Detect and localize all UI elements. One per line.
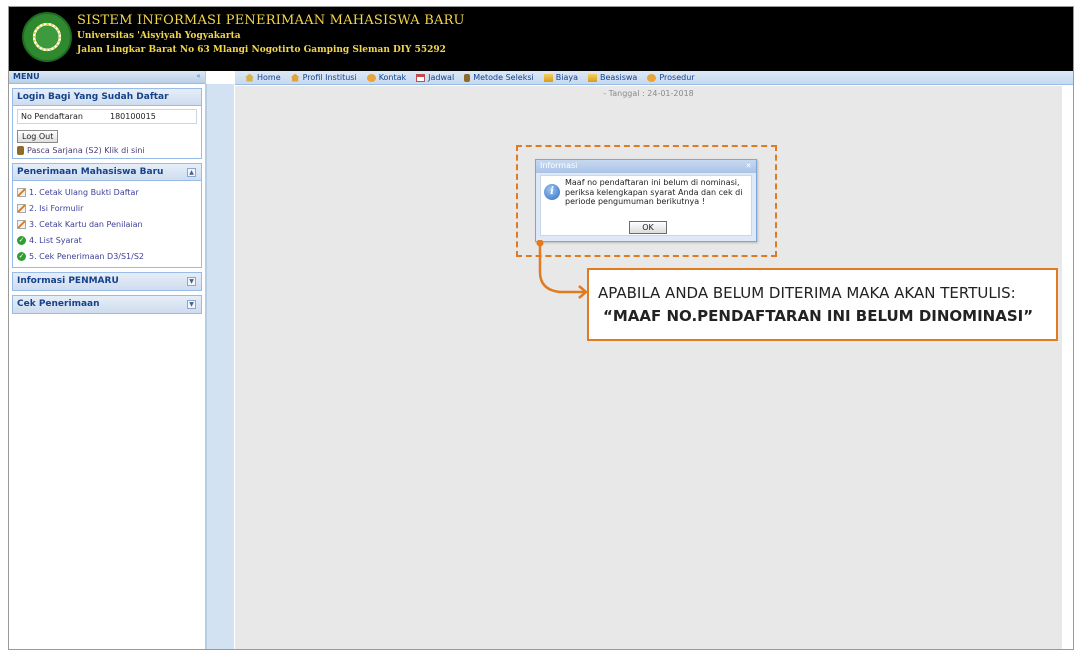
expand-icon[interactable]: ▼ — [187, 300, 196, 309]
nav-biaya[interactable]: Biaya — [543, 73, 579, 82]
date-line: - Tanggal : 24-01-2018 — [603, 89, 694, 98]
pmb-panel-body: 1. Cetak Ulang Bukti Daftar 2. Isi Formu… — [13, 181, 201, 267]
nav-beasiswa[interactable]: Beasiswa — [588, 73, 637, 82]
site-header: SISTEM INFORMASI PENERIMAAN MAHASISWA BA… — [9, 7, 1073, 71]
nav-kontak[interactable]: Kontak — [366, 73, 407, 82]
info-dialog: Informasi ✕ i Maaf no pendaftaran ini be… — [535, 159, 757, 242]
registration-number-label: No Pendaftaran — [21, 112, 83, 121]
menu-item-cek-penerimaan[interactable]: ✓ 5. Cek Penerimaan D3/S1/S2 — [17, 248, 197, 264]
pasca-sarjana-link-label: Pasca Sarjana (S2) Klik di sini — [27, 146, 145, 155]
sidebar-splitter[interactable] — [206, 84, 234, 649]
dialog-message: Maaf no pendaftaran ini belum di nominas… — [565, 178, 743, 206]
ok-button[interactable]: OK — [629, 221, 667, 234]
login-panel: Login Bagi Yang Sudah Daftar No Pendafta… — [12, 88, 202, 159]
dialog-titlebar[interactable]: Informasi ✕ — [536, 160, 756, 173]
edit-icon — [17, 219, 26, 229]
check-icon: ✓ — [17, 251, 26, 261]
login-panel-body: No Pendaftaran 180100015 Log Out Pasca S… — [13, 106, 201, 158]
menu-item-label: 3. Cetak Kartu dan Penilaian — [29, 219, 143, 229]
nav-profil-institusi[interactable]: Profil Institusi — [290, 73, 357, 82]
nav-jadwal[interactable]: Jadwal — [416, 73, 454, 82]
home-icon — [245, 73, 254, 82]
menu-item-label: 2. Isi Formulir — [29, 203, 84, 213]
callout-box: APABILA ANDA BELUM DITERIMA MAKA AKAN TE… — [587, 268, 1058, 341]
info-penmaru-panel: Informasi PENMARU ▼ — [12, 272, 202, 291]
nav-label: Metode Seleksi — [473, 73, 534, 82]
university-name: Universitas 'Aisyiyah Yogyakarta — [77, 31, 241, 41]
person-icon — [17, 146, 24, 155]
edit-icon — [17, 203, 26, 213]
pasca-sarjana-link[interactable]: Pasca Sarjana (S2) Klik di sini — [17, 146, 197, 155]
menu-item-label: 4. List Syarat — [29, 235, 82, 245]
money-icon — [543, 73, 553, 82]
menu-bar: MENU « — [9, 71, 205, 84]
login-panel-header[interactable]: Login Bagi Yang Sudah Daftar — [13, 89, 201, 106]
menu-item-label: 1. Cetak Ulang Bukti Daftar — [29, 187, 139, 197]
procedure-icon — [647, 73, 657, 82]
nav-label: Profil Institusi — [302, 73, 357, 82]
nav-prosedur[interactable]: Prosedur — [647, 73, 695, 82]
contact-icon — [366, 73, 376, 82]
nav-label: Jadwal — [428, 73, 455, 82]
pmb-panel: Penerimaan Mahasiswa Baru ▲ 1. Cetak Ula… — [12, 163, 202, 268]
collapse-sidebar-icon[interactable]: « — [194, 72, 203, 81]
info-penmaru-title: Informasi PENMARU — [17, 276, 119, 286]
login-panel-title: Login Bagi Yang Sudah Daftar — [17, 92, 169, 102]
cek-penerimaan-header[interactable]: Cek Penerimaan ▼ — [13, 296, 201, 313]
scroll-gutter — [1062, 86, 1073, 649]
nav-label: Prosedur — [659, 73, 695, 82]
menu-item-cetak-ulang[interactable]: 1. Cetak Ulang Bukti Daftar — [17, 184, 197, 200]
calendar-icon — [416, 73, 426, 82]
nav-label: Kontak — [378, 73, 407, 82]
info-penmaru-header[interactable]: Informasi PENMARU ▼ — [13, 273, 201, 290]
menu-item-label: 5. Cek Penerimaan D3/S1/S2 — [29, 251, 145, 261]
expand-icon[interactable]: ▼ — [187, 277, 196, 286]
cek-penerimaan-title: Cek Penerimaan — [17, 299, 100, 309]
callout-line1: APABILA ANDA BELUM DITERIMA MAKA AKAN TE… — [598, 284, 1016, 302]
registration-number-row: No Pendaftaran 180100015 — [17, 109, 197, 124]
sidebar: MENU « Login Bagi Yang Sudah Daftar No P… — [9, 71, 206, 649]
cek-penerimaan-panel: Cek Penerimaan ▼ — [12, 295, 202, 314]
top-nav: Home Profil Institusi Kontak Jadwal Meto… — [235, 71, 1073, 85]
nav-metode-seleksi[interactable]: Metode Seleksi — [464, 73, 534, 82]
registration-number-value: 180100015 — [110, 112, 156, 121]
close-icon[interactable]: ✕ — [744, 162, 753, 171]
edit-icon — [17, 187, 26, 197]
collapse-icon[interactable]: ▲ — [187, 168, 196, 177]
menu-item-isi-formulir[interactable]: 2. Isi Formulir — [17, 200, 197, 216]
menu-item-list-syarat[interactable]: ✓ 4. List Syarat — [17, 232, 197, 248]
callout-line2: “MAAF NO.PENDAFTARAN INI BELUM DINOMINAS… — [603, 307, 1034, 325]
building-icon — [290, 73, 300, 82]
scholarship-icon — [588, 73, 598, 82]
nav-label: Beasiswa — [600, 73, 638, 82]
university-logo — [22, 12, 72, 62]
pmb-panel-header[interactable]: Penerimaan Mahasiswa Baru ▲ — [13, 164, 201, 181]
check-icon: ✓ — [17, 235, 26, 245]
menu-title: MENU — [13, 72, 40, 81]
person-icon — [464, 73, 471, 82]
logout-button[interactable]: Log Out — [17, 130, 59, 143]
dialog-title: Informasi — [540, 161, 578, 170]
university-address: Jalan Lingkar Barat No 63 Mlangi Nogotir… — [77, 45, 446, 55]
nav-label: Home — [257, 73, 281, 82]
nav-label: Biaya — [555, 73, 579, 82]
info-icon: i — [544, 184, 560, 200]
dialog-body: i Maaf no pendaftaran ini belum di nomin… — [540, 175, 752, 236]
menu-item-cetak-kartu[interactable]: 3. Cetak Kartu dan Penilaian — [17, 216, 197, 232]
nav-home[interactable]: Home — [245, 73, 281, 82]
app-title: SISTEM INFORMASI PENERIMAAN MAHASISWA BA… — [77, 13, 465, 28]
pmb-panel-title: Penerimaan Mahasiswa Baru — [17, 167, 164, 177]
